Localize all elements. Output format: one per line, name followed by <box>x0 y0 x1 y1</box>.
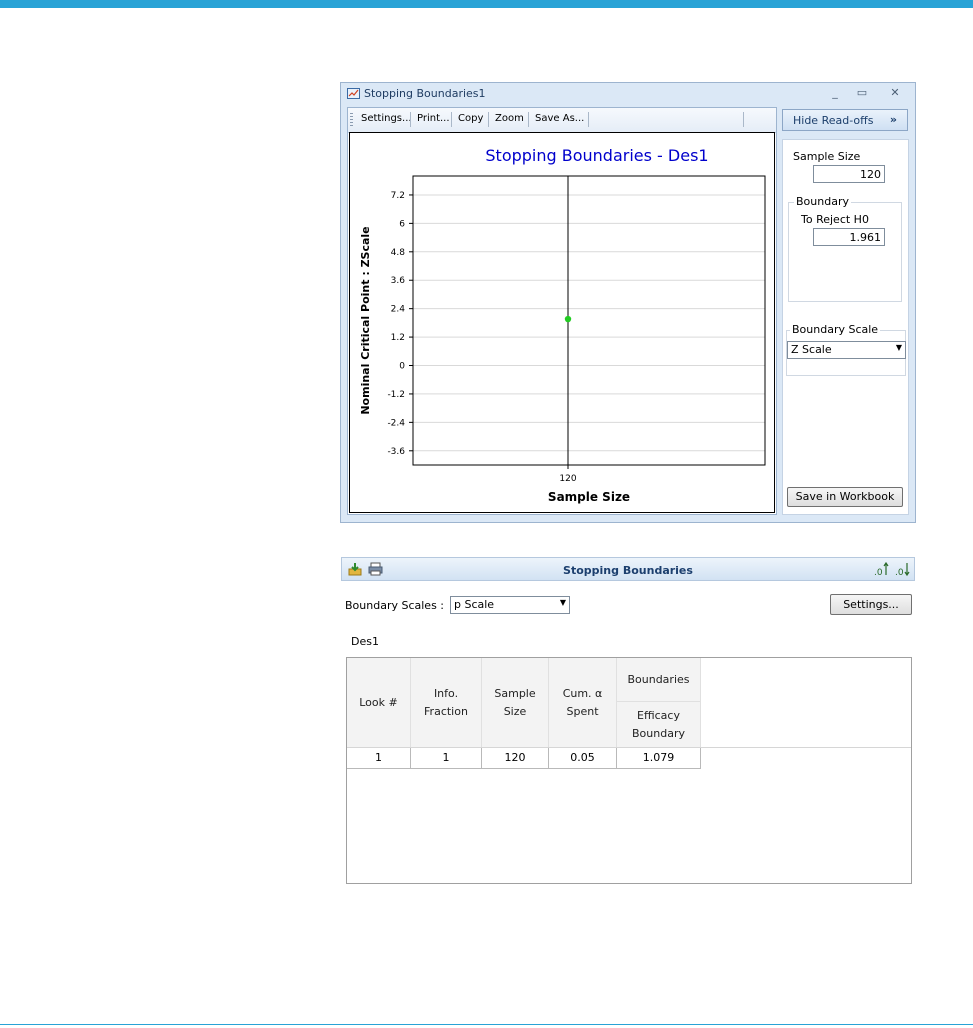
dropdown-arrow-icon: ▼ <box>559 598 566 607</box>
y-tick-label: 4.8 <box>391 248 406 258</box>
header-cum-alpha-spent: Cum. α Spent <box>549 658 617 747</box>
boundary-scale-title: Boundary Scale <box>790 323 881 336</box>
boundary-group-title: Boundary <box>794 195 851 208</box>
chevron-right-icon: » <box>889 113 897 126</box>
svg-text:.0: .0 <box>895 568 904 577</box>
minimize-button[interactable]: _ <box>827 86 843 99</box>
cell-efficacy-boundary: 1.079 <box>617 748 701 769</box>
stopping-boundaries-header: Stopping Boundaries .0 .0 <box>341 557 915 581</box>
toolbar-separator <box>588 112 589 127</box>
y-tick-label: 6 <box>399 219 405 229</box>
boundary-groupbox: Boundary To Reject H0 <box>788 195 902 302</box>
settings-button[interactable]: Settings... <box>361 113 412 124</box>
toolbar-separator <box>410 112 411 127</box>
window-title: Stopping Boundaries1 <box>364 87 486 100</box>
copy-button[interactable]: Copy <box>458 113 483 124</box>
header-info-fraction: Info. Fraction <box>411 658 482 747</box>
cell-info-fraction: 1 <box>411 748 482 769</box>
y-tick-label: 1.2 <box>391 333 405 343</box>
plot-border <box>412 175 766 466</box>
toolbar-separator <box>451 112 452 127</box>
chart-frame: Settings... Print... Copy Zoom Save As..… <box>347 107 777 515</box>
close-button[interactable]: ✕ <box>887 86 903 99</box>
boundary-scale-value: Z Scale <box>791 343 832 356</box>
hide-readoffs-button[interactable]: Hide Read-offs » <box>782 109 908 131</box>
boundary-scales-select[interactable]: p Scale ▼ <box>450 596 570 614</box>
x-axis-label: Sample Size <box>548 490 630 504</box>
chart-title: Stopping Boundaries - Des1 <box>485 146 708 165</box>
chart-toolbar: Settings... Print... Copy Zoom Save As..… <box>348 108 776 133</box>
window-titlebar: Stopping Boundaries1 _ ▭ ✕ <box>341 83 915 105</box>
y-tick-label: 7.2 <box>391 191 405 201</box>
toolbar-separator <box>743 112 744 127</box>
sample-size-label: Sample Size <box>793 150 861 163</box>
header-boundaries: Boundaries <box>617 658 701 702</box>
cell-sample-size: 120 <box>482 748 549 769</box>
toolbar-separator <box>488 112 489 127</box>
boundary-scale-groupbox: Boundary Scale Z Scale ▼ <box>786 323 906 376</box>
cell-look: 1 <box>347 748 411 769</box>
y-axis-label: Nominal Critical Point : ZScale <box>359 226 372 414</box>
maximize-button[interactable]: ▭ <box>854 86 870 99</box>
x-tick-label: 120 <box>559 474 576 484</box>
top-accent-bar <box>0 0 973 8</box>
y-tick-label: 0 <box>399 362 405 372</box>
y-tick-label: -1.2 <box>387 390 405 400</box>
save-in-workbook-button[interactable]: Save in Workbook <box>787 487 903 507</box>
zoom-button[interactable]: Zoom <box>495 113 524 124</box>
design-label: Des1 <box>351 635 379 648</box>
reject-h0-label: To Reject H0 <box>801 213 869 226</box>
header-sample-size: Sample Size <box>482 658 549 747</box>
boundary-chart: Stopping Boundaries - Des1 7.2 6 4.8 3.6 2.4 1… <box>359 146 766 504</box>
svg-text:.0: .0 <box>874 568 883 577</box>
y-tick-label: 3.6 <box>391 276 406 286</box>
reject-h0-field[interactable] <box>813 228 885 246</box>
boundary-point <box>564 315 572 323</box>
decimal-decrease-icon[interactable]: .0 <box>895 562 911 577</box>
header-look: Look # <box>347 658 411 747</box>
save-as-button[interactable]: Save As... <box>535 113 584 124</box>
y-tick-label: 2.4 <box>391 305 406 315</box>
cell-cum-alpha: 0.05 <box>549 748 617 769</box>
settings-button[interactable]: Settings... <box>830 594 912 615</box>
decimal-increase-icon[interactable]: .0 <box>874 562 890 577</box>
chart-app-icon <box>347 88 360 99</box>
dropdown-arrow-icon: ▼ <box>895 343 902 352</box>
boundary-scale-select[interactable]: Z Scale ▼ <box>787 341 906 359</box>
toolbar-grip[interactable] <box>350 113 353 127</box>
plot-area: Stopping Boundaries - Des1 7.2 6 4.8 3.6 2.4 1… <box>349 132 775 513</box>
y-tick-label: -2.4 <box>387 418 405 428</box>
print-button[interactable]: Print... <box>417 113 450 124</box>
sample-size-field[interactable] <box>813 165 885 183</box>
toolbar-separator <box>528 112 529 127</box>
hide-readoffs-label: Hide Read-offs <box>793 114 874 127</box>
boundary-scales-value: p Scale <box>454 598 495 611</box>
boundary-scales-label: Boundary Scales : <box>345 599 444 612</box>
bottom-accent-line <box>0 1024 973 1025</box>
panel-title: Stopping Boundaries <box>563 564 693 577</box>
boundaries-table: Look # Info. Fraction Sample Size Cum. α… <box>346 657 912 884</box>
stopping-boundaries-window: Stopping Boundaries1 _ ▭ ✕ Settings... P… <box>340 82 916 523</box>
header-efficacy-boundary: Efficacy Boundary <box>617 702 701 747</box>
y-tick-label: -3.6 <box>387 447 405 457</box>
readoff-panel: Sample Size Boundary To Reject H0 Bounda… <box>782 139 909 515</box>
